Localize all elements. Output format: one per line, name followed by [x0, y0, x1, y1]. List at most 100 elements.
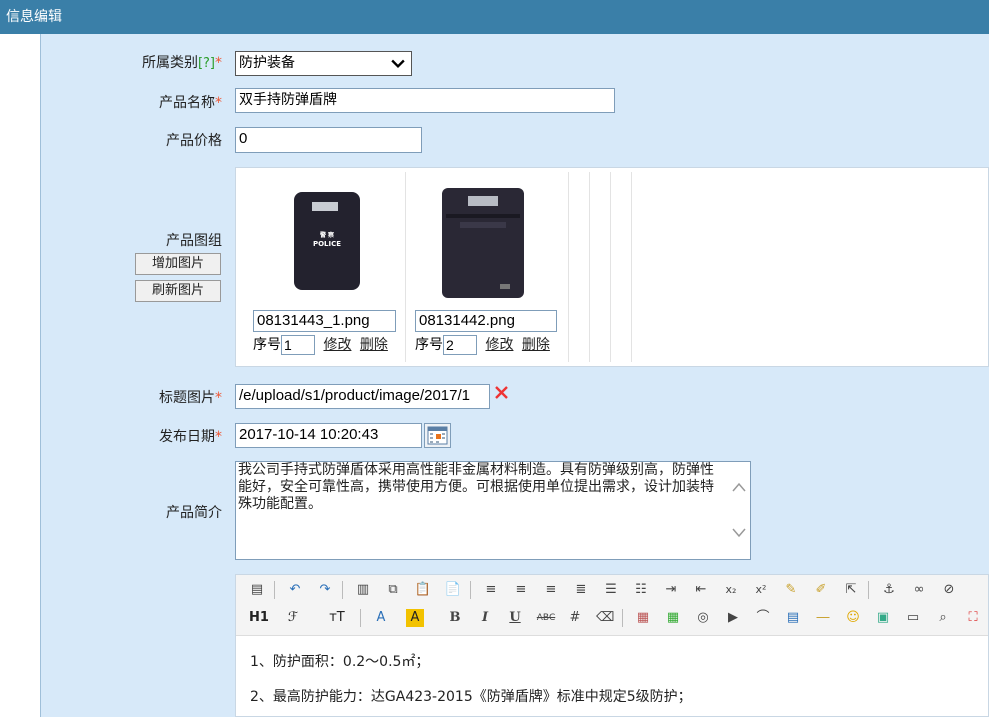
scroll-up-icon[interactable] — [732, 482, 746, 492]
unlink-icon[interactable]: ⊘ — [940, 581, 958, 599]
source-icon[interactable]: ▤ — [248, 581, 266, 599]
paste-word-icon[interactable]: 📄 — [444, 581, 462, 599]
image-filename-input[interactable]: 08131442.png — [415, 310, 557, 332]
help-link[interactable]: [?] — [198, 56, 215, 71]
image-filename-input[interactable]: 08131443_1.png — [253, 310, 396, 332]
paste-icon[interactable]: 📋 — [414, 581, 432, 599]
category-select[interactable]: 防护装备 — [235, 51, 412, 76]
align-center-icon[interactable]: ≡ — [512, 581, 530, 599]
fullscreen-icon[interactable]: ⛶ — [964, 609, 982, 627]
separator — [868, 581, 869, 599]
underline-button[interactable]: U — [506, 609, 524, 627]
editor-line: 2、最高防护能力：达GA423-2015《防弹盾牌》标准中规定5级防护； — [250, 689, 692, 705]
align-left-icon[interactable]: ≡ — [482, 581, 500, 599]
window-titlebar: 信息编辑 — [0, 0, 989, 34]
superscript-icon[interactable]: x² — [752, 581, 770, 599]
name-input[interactable]: 双手持防弹盾牌 — [235, 88, 615, 113]
summary-textarea[interactable]: 我公司手持式防弹盾体采用高性能非金属材料制造。具有防弹级别高，防弹性能好，安全可… — [235, 461, 751, 560]
anchor-icon[interactable]: ⚓ — [880, 581, 898, 599]
calendar-icon[interactable] — [424, 423, 451, 448]
summary-text: 我公司手持式防弹盾体采用高性能非金属材料制造。具有防弹级别高，防弹性能好，安全可… — [238, 462, 714, 512]
image-delete-link[interactable]: 删除 — [522, 337, 550, 353]
border-icon[interactable]: # — [566, 609, 584, 627]
insert-col-icon[interactable]: ▦ — [664, 609, 682, 627]
heading-menu[interactable]: H1 — [244, 609, 274, 627]
gallery-empty-slot — [590, 172, 611, 362]
svg-text:警 察: 警 察 — [319, 231, 335, 239]
format-brush-icon[interactable]: ✐ — [812, 581, 830, 599]
separator — [622, 609, 623, 627]
ordered-list-icon[interactable]: ☰ — [602, 581, 620, 599]
font-size-menu[interactable]: тT — [324, 609, 350, 627]
image-icon[interactable]: ▣ — [874, 609, 892, 627]
highlight-color-menu[interactable]: A — [406, 609, 424, 627]
image-edit-link[interactable]: 修改 — [323, 337, 351, 353]
gallery-empty-slot — [569, 172, 590, 362]
clear-icon[interactable] — [495, 386, 508, 399]
preview-icon[interactable]: ⌕ — [934, 609, 952, 627]
table-icon[interactable]: ▤ — [784, 609, 802, 627]
separator — [274, 581, 275, 599]
name-label: 产品名称* — [159, 95, 222, 111]
image-gallery: 警 察 POLICE 08131443_1.png 序号 1 修改 删除 0813… — [235, 167, 989, 367]
hr-icon[interactable]: ― — [814, 609, 832, 627]
category-select-value: 防护装备 — [239, 55, 295, 71]
svg-text:POLICE: POLICE — [313, 240, 341, 248]
editor-toolbar: ▤ ↶ ↷ ▥ ⧉ 📋 📄 ≡ ≡ ≡ ≣ ☰ ☷ ⇥ ⇤ x₂ x² ✎ ✐ … — [236, 575, 988, 636]
image-delete-link[interactable]: 删除 — [360, 337, 388, 353]
template-icon[interactable]: ▥ — [354, 581, 372, 599]
publish-date-input[interactable]: 2017-10-14 10:20:43 — [235, 423, 422, 448]
emoticon-icon[interactable]: ☺ — [844, 609, 862, 627]
subscript-icon[interactable]: x₂ — [722, 581, 740, 599]
font-family-menu[interactable]: ℱ — [284, 609, 302, 627]
price-label: 产品价格 — [166, 133, 222, 149]
scroll-down-icon[interactable] — [732, 528, 746, 538]
price-input[interactable]: 0 — [235, 127, 422, 153]
edit-form-panel: 所属类别[?]* 防护装备 产品名称* 双手持防弹盾牌 产品价格 0 产品图组 … — [41, 34, 989, 717]
gallery-item: 警 察 POLICE 08131443_1.png 序号 1 修改 删除 — [240, 172, 406, 362]
image-seq-row: 序号 1 修改 删除 — [253, 335, 388, 355]
select-all-icon[interactable]: ⇱ — [842, 581, 860, 599]
image-seq-input[interactable]: 1 — [281, 335, 315, 355]
shield-image[interactable] — [440, 186, 526, 300]
align-right-icon[interactable]: ≡ — [542, 581, 560, 599]
align-justify-icon[interactable]: ≣ — [572, 581, 590, 599]
video-icon[interactable]: ▶ — [724, 609, 742, 627]
image-edit-link[interactable]: 修改 — [485, 337, 513, 353]
image-seq-input[interactable]: 2 — [443, 335, 477, 355]
separator — [470, 581, 471, 599]
gallery-empty-slot — [611, 172, 632, 362]
category-label: 所属类别[?]* — [141, 55, 222, 71]
italic-button[interactable]: I — [476, 609, 494, 627]
font-color-menu[interactable]: A — [372, 609, 390, 627]
insert-row-icon[interactable]: ▦ — [634, 609, 652, 627]
flash-icon[interactable]: ◎ — [694, 609, 712, 627]
unordered-list-icon[interactable]: ☷ — [632, 581, 650, 599]
refresh-images-button[interactable]: 刷新图片 — [135, 280, 221, 302]
title-image-input[interactable]: /e/upload/s1/product/image/2017/1 — [235, 384, 490, 409]
indent-icon[interactable]: ⇥ — [662, 581, 680, 599]
chevron-down-icon — [391, 59, 405, 68]
add-image-button[interactable]: 增加图片 — [135, 253, 221, 275]
summary-label: 产品简介 — [166, 505, 222, 521]
publish-date-label: 发布日期* — [159, 429, 222, 445]
separator — [360, 609, 361, 627]
editor-line: 1、防护面积：0.2～0.5㎡； — [250, 654, 430, 670]
outdent-icon[interactable]: ⇤ — [692, 581, 710, 599]
pagebreak-icon[interactable]: ▭ — [904, 609, 922, 627]
eraser-icon[interactable]: ⌫ — [596, 609, 614, 627]
gallery-label: 产品图组 — [166, 233, 222, 249]
shield-image[interactable]: 警 察 POLICE — [292, 190, 362, 292]
window-title: 信息编辑 — [6, 9, 62, 25]
bold-button[interactable]: B — [446, 609, 464, 627]
separator — [342, 581, 343, 599]
clear-format-icon[interactable]: ✎ — [782, 581, 800, 599]
left-strip — [0, 34, 41, 717]
image-seq-row: 序号 2 修改 删除 — [415, 335, 550, 355]
undo-icon[interactable]: ↶ — [286, 581, 304, 599]
redo-icon[interactable]: ↷ — [316, 581, 334, 599]
attachment-icon[interactable]: ⌒ — [754, 609, 772, 627]
code-icon[interactable]: ⧉ — [384, 581, 402, 599]
strikethrough-button[interactable]: ABC — [534, 609, 558, 627]
link-icon[interactable]: ∞ — [910, 581, 928, 599]
